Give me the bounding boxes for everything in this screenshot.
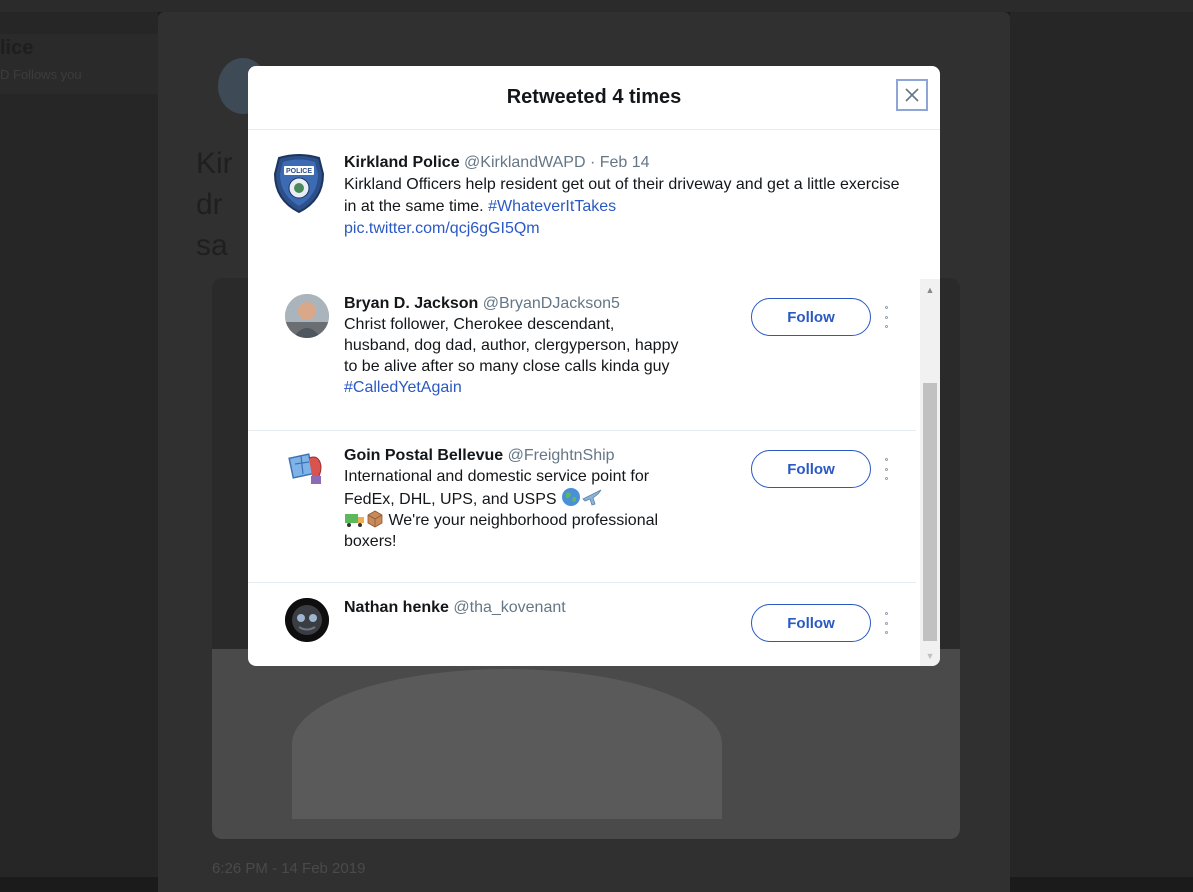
background-snow-pile [292, 669, 722, 819]
background-follows-you: D Follows you [0, 67, 82, 82]
follow-button[interactable]: Follow [751, 604, 871, 642]
user-bio: Christ follower, Cherokee descendant, hu… [344, 316, 679, 375]
list-scrollbar[interactable]: ▲ ▼ [920, 279, 940, 666]
background-profile-name: lice [0, 37, 34, 59]
modal-title: Retweeted 4 times [506, 86, 682, 108]
list-item[interactable]: Goin Postal Bellevue @FreightnShip Inter… [248, 431, 916, 583]
avatar[interactable] [285, 446, 329, 490]
background-timestamp: 6:26 PM - 14 Feb 2019 [212, 860, 366, 877]
background-left-panel [0, 12, 158, 877]
user-bio-end: We're your neighborhood professional box… [344, 512, 659, 550]
package-emoji-icon [367, 510, 383, 528]
tweet-author-name[interactable]: Kirkland Police [344, 154, 460, 171]
user-bio-hashtag[interactable]: #CalledYetAgain [344, 379, 462, 396]
svg-text:POLICE: POLICE [286, 168, 312, 175]
user-name[interactable]: Goin Postal Bellevue [344, 447, 503, 464]
scroll-up-arrow-icon[interactable]: ▲ [920, 279, 940, 299]
modal-header: Retweeted 4 times [248, 66, 940, 130]
kirkland-police-badge-icon: POLICE [273, 154, 325, 214]
user-bio-start: International and domestic service point… [344, 468, 650, 508]
retweeters-list: Bryan D. Jackson @BryanDJackson5 Christ … [248, 279, 940, 666]
more-options-icon[interactable] [881, 306, 891, 328]
shipping-logo-icon [285, 446, 329, 490]
tweet-author-handle[interactable]: @KirklandWAPD [464, 154, 585, 171]
robot-photo-icon [285, 598, 329, 642]
avatar[interactable] [285, 294, 329, 338]
user-info: Bryan D. Jackson @BryanDJackson5 Christ … [344, 293, 684, 398]
follow-button[interactable]: Follow [751, 298, 871, 336]
tweet-text: Kirkland Officers help resident get out … [344, 176, 900, 215]
background-right-panel [1010, 12, 1193, 877]
tweet-hashtag-link[interactable]: #WhateverItTakes [488, 198, 616, 215]
airplane-emoji-icon [582, 489, 602, 506]
close-icon [905, 88, 919, 102]
more-options-icon[interactable] [881, 612, 891, 634]
tweet-separator: · [585, 154, 600, 171]
list-item[interactable]: Bryan D. Jackson @BryanDJackson5 Christ … [248, 279, 916, 431]
close-button[interactable] [896, 79, 928, 111]
follow-button[interactable]: Follow [751, 450, 871, 488]
user-handle[interactable]: @tha_kovenant [453, 599, 565, 616]
background-top-bar [0, 0, 1193, 12]
user-info: Nathan henke @tha_kovenant [344, 597, 684, 618]
retweets-modal: Retweeted 4 times POLICE Kirkland Police… [248, 66, 940, 666]
user-handle[interactable]: @BryanDJackson5 [483, 295, 620, 312]
avatar[interactable] [285, 598, 329, 642]
globe-emoji-icon [561, 488, 580, 506]
user-info: Goin Postal Bellevue @FreightnShip Inter… [344, 445, 684, 552]
scroll-thumb[interactable] [923, 383, 937, 641]
tweet-media-link[interactable]: pic.twitter.com/qcj6gGI5Qm [344, 220, 540, 237]
person-photo-icon [285, 294, 329, 338]
more-options-icon[interactable] [881, 458, 891, 480]
list-item[interactable]: Nathan henke @tha_kovenant Follow [248, 583, 916, 666]
user-name[interactable]: Nathan henke [344, 599, 449, 616]
user-handle[interactable]: @FreightnShip [508, 447, 615, 464]
quoted-tweet[interactable]: POLICE Kirkland Police @KirklandWAPD · F… [248, 130, 940, 270]
tweet-date[interactable]: Feb 14 [600, 154, 650, 171]
quoted-tweet-body: Kirkland Police @KirklandWAPD · Feb 14 K… [344, 152, 904, 240]
user-name[interactable]: Bryan D. Jackson [344, 295, 478, 312]
scroll-down-arrow-icon[interactable]: ▼ [920, 646, 940, 666]
truck-emoji-icon [345, 514, 364, 527]
